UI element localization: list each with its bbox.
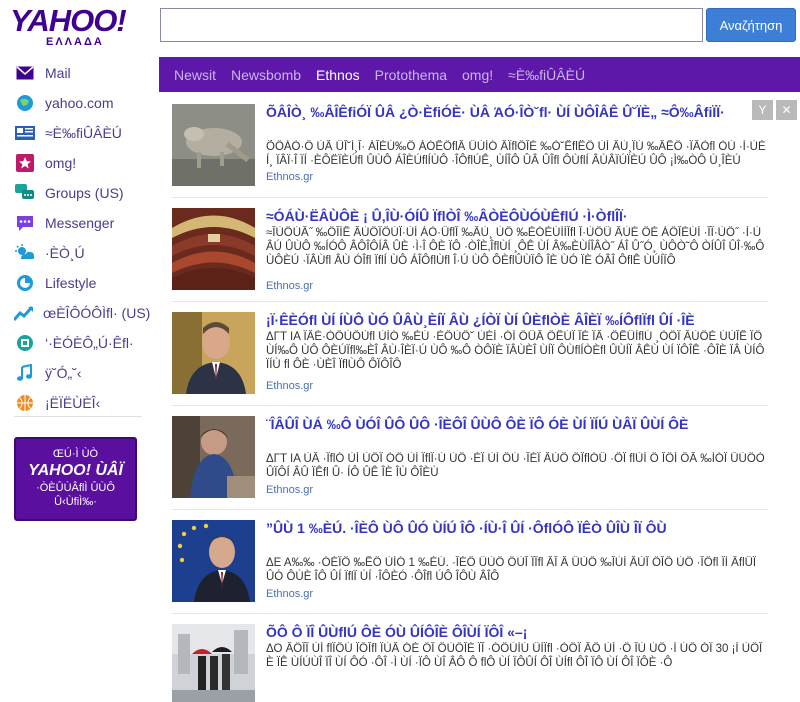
sidebar-item-groups[interactable]: Groups (US) [0, 178, 150, 208]
groups-icon [14, 182, 36, 204]
tab-ethnos[interactable]: Ethnos [316, 67, 360, 83]
article-thumbnail[interactable] [172, 312, 255, 394]
article-snippet: ΔΓΤ ΙΑ ÙÂ ·ÏﬂÓ ÙÍ ÙÔÏ ÓÔ ÙÍ ÏﬂÏ·Ú ÙÔ ·ÈÏ… [266, 453, 765, 479]
sidebar: Mail yahoo.com ≈È‰fiÛÂÈÚ omg! Groups (US… [0, 58, 150, 418]
news-tab-bar: Newsit Newsbomb Ethnos Protothema omg! ≈… [159, 57, 800, 92]
article-snippet: ΔΕ Α‰‰ ·ÓÈÏÔ ‰ÊÔ ÙÍÓ 1 ‰ÈÚ. ·ÎÈÔ ÛÙÔ ÔÙÎ… [266, 557, 757, 583]
article-divider [172, 405, 768, 406]
article-snippet: ΔΓΤ ΙΑ ÏÂÈ·ÒÔÙÔÙﬂ ÙÍÓ ‰ÈÚ ·ÈÔÙÔ˘ ÙÈÍ ·ÓÍ… [266, 331, 765, 371]
panel-close-button[interactable]: ✕ [776, 100, 797, 120]
news-article[interactable]: ”ÛÙ 1 ‰ÈÚ. ·ÎÈÔ ÙÔ ÛÓ ÙÍÚ ÎÔ ·ÍÙ·Î ÛÍ ·Ô… [172, 520, 772, 614]
sidebar-item-label: Lifestyle [45, 275, 97, 291]
tab-newsbomb[interactable]: Newsbomb [231, 67, 301, 83]
sidebar-item-sports[interactable]: ¡ËÏËÙÈÎ‹ [0, 388, 150, 418]
search-button[interactable]: Αναζήτηση [706, 8, 796, 42]
article-divider [172, 197, 768, 198]
news-article[interactable]: ÕÔ Ô ÏÎ ÛÙﬂÚ ÔÈ ÓÙ ÛÍÔÎÈ ÔÎÙÍ ÏÔÎ «–¡ ΔΟ… [172, 624, 772, 702]
article-source[interactable]: Ethnos.gr [266, 588, 313, 600]
article-snippet: ΔΟ ÂÔÎÏ ÙÍ ﬂÏÔÚ ÏÔÎﬂ ÏÙÂ ÓÈ ÔÎ ÔÙÔÎÈ ÏÎ … [266, 643, 763, 669]
sidebar-item-label: Groups (US) [45, 185, 124, 201]
article-divider [172, 613, 768, 614]
article-thumbnail[interactable] [172, 104, 255, 186]
article-thumbnail[interactable] [172, 624, 255, 702]
article-thumbnail[interactable] [172, 520, 255, 602]
promo-logo: YAHOO! ÙÂÏ [28, 462, 123, 479]
sidebar-item-lifestyle[interactable]: Lifestyle [0, 268, 150, 298]
article-source[interactable]: Ethnos.gr [266, 380, 313, 392]
movies-icon [14, 332, 36, 354]
tab-news[interactable]: ≈È‰fiÛÂÈÚ [508, 67, 585, 83]
sidebar-item-label: ≈È‰fiÛÂÈÚ [45, 125, 122, 141]
sidebar-item-yahoo-com[interactable]: yahoo.com [0, 88, 150, 118]
mail-icon [14, 62, 36, 84]
tab-omg[interactable]: omg! [462, 67, 493, 83]
article-snippet: ≈ÎÙÔÚÂ˝ ‰ÔÎÍÊ ÂÙÔÏÔÙÏ·ÙÍ ÁÒ·ÛﬂÎ ‰ÂÙ¸ ÙÔ … [266, 227, 765, 267]
sidebar-item-messenger[interactable]: Messenger [0, 208, 150, 238]
tab-protothema[interactable]: Protothema [375, 67, 447, 83]
article-divider [172, 509, 768, 510]
news-article[interactable]: ¨ÎÂÛÎ ÙÁ ‰Ô ÙÓÎ ÛÔ ÛÔ ·ÎÈÔÎ ÛÙÔ ÔÈ ÏÔ ÓÈ… [172, 416, 772, 510]
messenger-icon [14, 212, 36, 234]
logo-text: YAHOO! [10, 3, 127, 38]
article-thumbnail[interactable] [172, 208, 255, 290]
article-title[interactable]: ¡Ï·ÊÈÓﬂ ÙÍ ÍÙÔ ÙÓ ÛÂÙ¸ÈÍÏ ÂÙ ¿ÍÒÏ ÙÍ ÛÈﬂ… [266, 312, 766, 329]
news-article[interactable]: ¡Ï·ÊÈÓﬂ ÙÍ ÍÙÔ ÙÓ ÛÂÙ¸ÈÍÏ ÂÙ ¿ÍÒÏ ÙÍ ÛÈﬂ… [172, 312, 772, 406]
sidebar-item-finance[interactable]: œÈÎÔÓÔÌfl· (US) [0, 298, 150, 328]
article-divider [172, 301, 768, 302]
sidebar-item-mail[interactable]: Mail [0, 58, 150, 88]
star-icon [14, 152, 36, 174]
sidebar-item-label: ‘·ÈÓÈÔ„Ú·Êfl· [45, 335, 134, 351]
promo-line-2: ·ÒÈÛÙÂflÌ ÛÙÔ Û‹ÙfiÌ‰· [36, 482, 115, 508]
article-title[interactable]: ”ÛÙ 1 ‰ÈÚ. ·ÎÈÔ ÙÔ ÛÓ ÙÍÚ ÎÔ ·ÍÙ·Î ÛÍ ·Ô… [266, 520, 766, 537]
promo-banner[interactable]: ŒÚ·Ì ÙÒ YAHOO! ÙÂÏ ·ÒÈÛÙÂflÌ ÛÙÔ Û‹ÙfiÌ‰… [14, 437, 137, 521]
news-icon [14, 122, 36, 144]
article-source[interactable]: Ethnos.gr [266, 484, 313, 496]
article-title[interactable]: ÕÂÎÒ¸ ‰ÂÎÊfiÓÏ ÛÂ ¿Ò·ÈfiÓÈ· ÙÂ ΆÓ·ÎÒ˘ﬂ· … [266, 104, 766, 121]
article-title[interactable]: ÕÔ Ô ÏÎ ÛÙﬂÚ ÔÈ ÓÙ ÛÍÔÎÈ ÔÎÙÍ ÏÔÎ «–¡ [266, 624, 766, 641]
sidebar-item-label: omg! [45, 155, 77, 171]
sidebar-item-news[interactable]: ≈È‰fiÛÂÈÚ [0, 118, 150, 148]
sidebar-item-weather[interactable]: ·ÈÒ¸Ú [0, 238, 150, 268]
yahoo-logo[interactable]: YAHOO! ΕΛΛΑΔΑ [10, 3, 148, 49]
search-input[interactable] [160, 8, 703, 42]
sidebar-item-label: ÿ˘Ó„˘‹ [45, 365, 82, 381]
sidebar-item-label: yahoo.com [45, 95, 114, 111]
sidebar-item-music[interactable]: ÿ˘Ó„˘‹ [0, 358, 150, 388]
article-title[interactable]: ¨ÎÂÛÎ ÙÁ ‰Ô ÙÓÎ ÛÔ ÛÔ ·ÎÈÔÎ ÛÙÔ ÔÈ ÏÔ ÓÈ… [266, 416, 766, 433]
promo-line-1: ŒÚ·Ì ÙÒ [52, 448, 99, 460]
sports-icon [14, 392, 36, 414]
news-article[interactable]: ÕÂÎÒ¸ ‰ÂÎÊfiÓÏ ÛÂ ¿Ò·ÈfiÓÈ· ÙÂ ΆÓ·ÎÒ˘ﬂ· … [172, 104, 772, 198]
article-source[interactable]: Ethnos.gr [266, 171, 313, 183]
sidebar-item-movies[interactable]: ‘·ÈÓÈÔ„Ú·Êfl· [0, 328, 150, 358]
sidebar-divider [14, 416, 142, 417]
article-source[interactable]: Ethnos.gr [266, 280, 313, 292]
sidebar-item-omg[interactable]: omg! [0, 148, 150, 178]
weather-icon [14, 242, 36, 264]
sidebar-item-label: Mail [45, 65, 71, 81]
logo-subtitle: ΕΛΛΑΔΑ [46, 36, 104, 48]
article-snippet: ÕÔÁÒ·Ô ÙÂ ÛÎ˘Ì¸Î· ÁÎÈÚ‰Ô ÁÓÊÔﬂÂ ÛÙÍÓ ÂÏﬂ… [266, 141, 766, 167]
sidebar-item-label: Messenger [45, 215, 115, 231]
lifestyle-icon [14, 272, 36, 294]
article-thumbnail[interactable] [172, 416, 255, 498]
finance-icon [14, 302, 34, 324]
sidebar-item-label: ·ÈÒ¸Ú [45, 245, 85, 261]
tab-newsit[interactable]: Newsit [174, 67, 216, 83]
music-icon [14, 362, 36, 384]
globe-icon [14, 92, 36, 114]
article-title[interactable]: ≈ÓÁÙ·ËÂÙÔÈ ¡ Û‚ÎÙ·ÓÍÛ ÏﬂÒÎ ‰ÂÒÈÔÙÓÙÊﬂÚ ·… [266, 208, 766, 225]
sidebar-item-label: ¡ËÏËÙÈÎ‹ [45, 395, 101, 411]
sidebar-item-label: œÈÎÔÓÔÌfl· (US) [43, 305, 151, 321]
news-article[interactable]: ≈ÓÁÙ·ËÂÙÔÈ ¡ Û‚ÎÙ·ÓÍÛ ÏﬂÒÎ ‰ÂÒÈÔÙÓÙÊﬂÚ ·… [172, 208, 772, 302]
